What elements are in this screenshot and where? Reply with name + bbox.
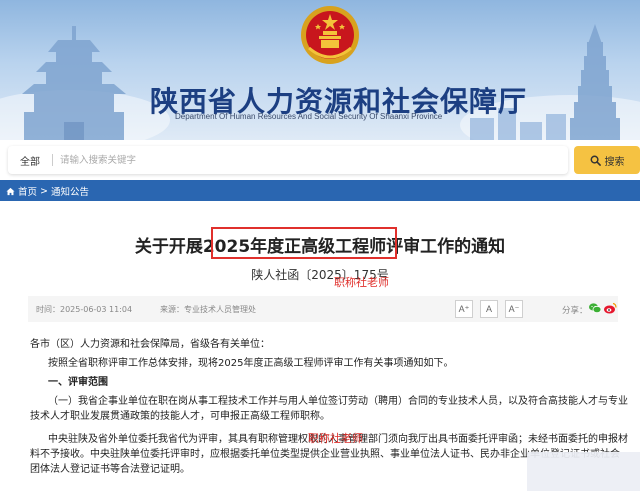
font-increase-button[interactable]: A⁺ bbox=[455, 300, 473, 318]
font-decrease-button[interactable]: A⁻ bbox=[505, 300, 523, 318]
watermark-text: 职称社老师 bbox=[308, 432, 363, 445]
article-meta-bar: 时间：2025-06-03 11:04 来源：专业技术人员管理处 bbox=[28, 296, 618, 322]
wild-goose-pagoda-illustration bbox=[570, 24, 620, 140]
weibo-icon[interactable] bbox=[603, 301, 617, 315]
breadcrumb-separator: > bbox=[40, 185, 48, 197]
font-size-controls: A⁺ A A⁻ bbox=[455, 300, 523, 318]
search-button[interactable]: 搜索 bbox=[574, 146, 640, 174]
share-label: 分享： bbox=[562, 306, 588, 316]
floating-overlay bbox=[527, 452, 640, 491]
search-box: 全部 bbox=[8, 146, 568, 174]
watermark-text: 职称社老师 bbox=[334, 276, 389, 289]
search-scope-select[interactable]: 全部 bbox=[20, 153, 40, 168]
section-heading: 一、评审范围 bbox=[48, 377, 108, 388]
breadcrumb-home[interactable]: 首页 bbox=[18, 184, 37, 198]
bell-tower-illustration bbox=[22, 26, 126, 140]
breadcrumb: 首页 > 通知公告 bbox=[6, 184, 89, 198]
document-number: 陕人社函〔2025〕175号 bbox=[251, 268, 389, 282]
search-divider bbox=[52, 154, 53, 166]
nav-bar: 首页 > 通知公告 bbox=[0, 180, 640, 201]
org-subtitle: Department Of Human Resources And Social… bbox=[175, 112, 443, 121]
article-paragraph: （一）我省企事业单位在职在岗从事工程技术工作并与用人单位签订劳动（聘用）合同的专… bbox=[30, 396, 628, 422]
article-source: 来源：专业技术人员管理处 bbox=[160, 305, 256, 314]
home-icon bbox=[6, 187, 15, 195]
article-paragraph: 各市（区）人力资源和社会保障局，省级各有关单位： bbox=[30, 339, 270, 350]
national-emblem-icon bbox=[301, 6, 359, 64]
header-banner: 陕西省人力资源和社会保障厅 Department Of Human Resour… bbox=[0, 0, 640, 140]
wechat-icon[interactable] bbox=[588, 301, 602, 315]
article-paragraph: 按照全省职称评审工作总体安排，现将2025年度正高级工程师评审工作有关事项通知如… bbox=[48, 358, 454, 369]
search-button-label: 搜索 bbox=[604, 156, 625, 168]
search-bar: 全部 搜索 bbox=[8, 146, 640, 174]
search-input[interactable] bbox=[60, 150, 540, 170]
publish-time: 时间：2025-06-03 11:04 bbox=[36, 305, 133, 314]
font-reset-button[interactable]: A bbox=[480, 300, 498, 318]
breadcrumb-current[interactable]: 通知公告 bbox=[51, 184, 89, 198]
highlight-annotation-box bbox=[211, 227, 397, 259]
search-icon bbox=[590, 155, 601, 166]
